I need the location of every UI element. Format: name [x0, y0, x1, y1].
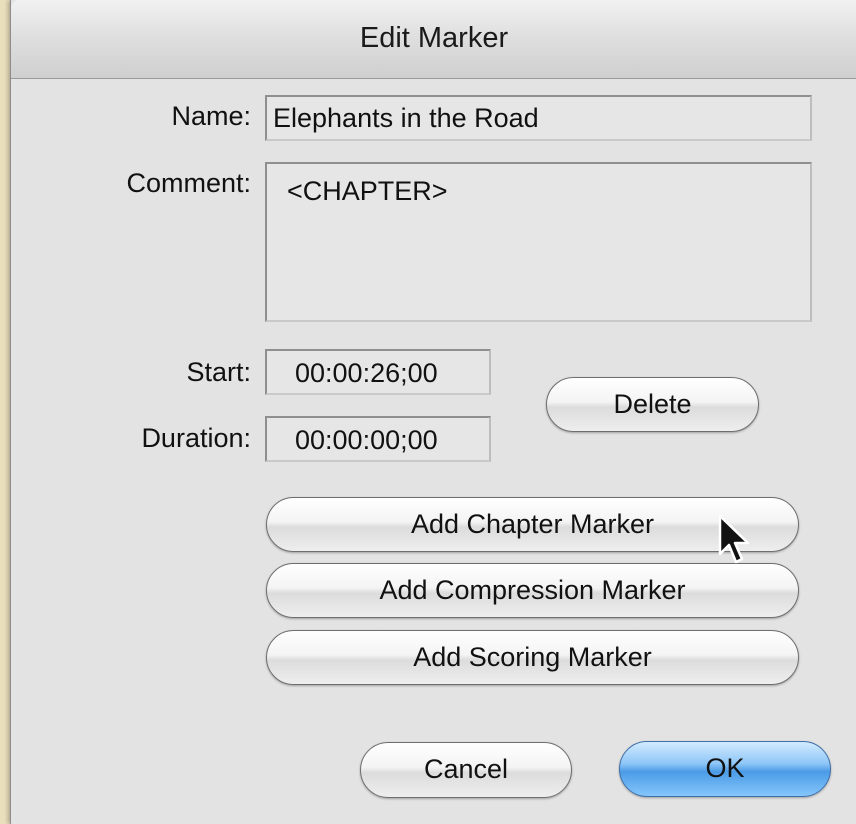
name-field[interactable]: Elephants in the Road — [265, 95, 812, 141]
ok-button[interactable]: OK — [619, 741, 831, 797]
name-label: Name: — [171, 101, 251, 131]
cancel-button[interactable]: Cancel — [360, 742, 572, 798]
arrow-cursor-icon — [718, 514, 750, 564]
duration-field[interactable]: 00:00:00;00 — [265, 416, 491, 462]
start-field[interactable]: 00:00:26;00 — [265, 349, 491, 395]
comment-value: <CHAPTER> — [287, 176, 448, 206]
delete-button[interactable]: Delete — [546, 377, 759, 432]
title-bar[interactable]: Edit Marker — [11, 0, 856, 79]
duration-label: Duration: — [141, 423, 251, 453]
edit-marker-dialog: Edit Marker Name: Elephants in the Road … — [10, 0, 856, 824]
add-compression-marker-button[interactable]: Add Compression Marker — [266, 563, 799, 618]
start-value: 00:00:26;00 — [295, 358, 438, 388]
name-value: Elephants in the Road — [273, 103, 539, 133]
duration-value: 00:00:00;00 — [295, 425, 438, 455]
dialog-title: Edit Marker — [359, 22, 509, 54]
add-scoring-marker-button[interactable]: Add Scoring Marker — [266, 630, 799, 685]
comment-field[interactable]: <CHAPTER> — [265, 162, 812, 322]
comment-label: Comment: — [126, 168, 251, 198]
start-label: Start: — [186, 357, 251, 387]
